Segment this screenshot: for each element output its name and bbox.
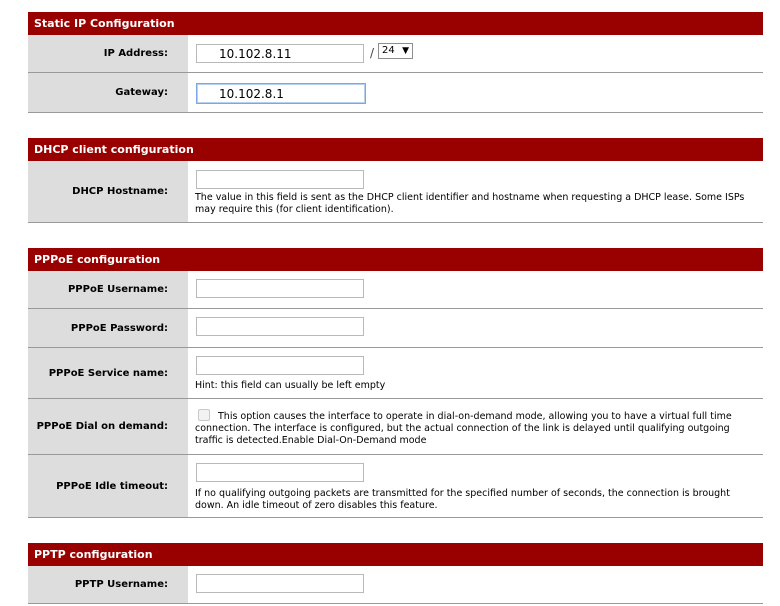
ip-address-input[interactable] xyxy=(196,44,364,63)
subnet-slash: / xyxy=(370,46,375,60)
dhcp-hostname-row: DHCP Hostname: The value in this field i… xyxy=(28,161,763,223)
static-ip-header: Static IP Configuration xyxy=(28,12,763,35)
dhcp-hostname-description: The value in this field is sent as the D… xyxy=(195,192,745,215)
pppoe-idle-description: If no qualifying outgoing packets are tr… xyxy=(195,488,730,511)
pppoe-idle-label: PPPoE Idle timeout: xyxy=(28,455,188,517)
dhcp-hostname-cell: The value in this field is sent as the D… xyxy=(188,161,763,222)
pppoe-password-label: PPPoE Password: xyxy=(28,309,188,347)
pppoe-dial-cell: This option causes the interface to oper… xyxy=(188,399,763,454)
pptp-header: PPTP configuration xyxy=(28,543,763,566)
pppoe-password-row: PPPoE Password: xyxy=(28,309,763,348)
pptp-username-row: PPTP Username: xyxy=(28,566,763,604)
gateway-input[interactable] xyxy=(196,83,366,104)
pppoe-dial-row: PPPoE Dial on demand: This option causes… xyxy=(28,399,763,455)
dhcp-hostname-label: DHCP Hostname: xyxy=(28,161,188,222)
pppoe-service-input[interactable] xyxy=(196,356,364,375)
pppoe-service-hint: Hint: this field can usually be left emp… xyxy=(195,380,386,391)
ip-address-row: IP Address: / 24 ▼ xyxy=(28,35,763,73)
dhcp-header: DHCP client configuration xyxy=(28,138,763,161)
pppoe-service-row: PPPoE Service name: Hint: this field can… xyxy=(28,348,763,399)
pppoe-dial-label: PPPoE Dial on demand: xyxy=(28,399,188,454)
ip-address-label: IP Address: xyxy=(28,35,188,72)
pppoe-username-row: PPPoE Username: xyxy=(28,271,763,309)
pptp-username-label: PPTP Username: xyxy=(28,566,188,603)
subnet-select[interactable]: 24 ▼ xyxy=(378,43,413,59)
pppoe-username-cell xyxy=(188,271,763,308)
dhcp-hostname-input[interactable] xyxy=(196,170,364,189)
ip-address-cell: / 24 ▼ xyxy=(188,35,763,72)
pppoe-idle-input[interactable] xyxy=(196,463,364,482)
pppoe-password-cell xyxy=(188,309,763,347)
pptp-username-cell xyxy=(188,566,763,603)
pppoe-username-input[interactable] xyxy=(196,279,364,298)
subnet-value: 24 xyxy=(382,45,395,56)
pppoe-username-label: PPPoE Username: xyxy=(28,271,188,308)
gateway-label: Gateway: xyxy=(28,73,188,112)
gateway-row: Gateway: xyxy=(28,73,763,113)
dial-on-demand-description: This option causes the interface to oper… xyxy=(195,411,732,446)
pppoe-password-input[interactable] xyxy=(196,317,364,336)
pppoe-service-label: PPPoE Service name: xyxy=(28,348,188,398)
pppoe-service-cell: Hint: this field can usually be left emp… xyxy=(188,348,763,398)
chevron-down-icon: ▼ xyxy=(402,46,409,56)
pppoe-header: PPPoE configuration xyxy=(28,248,763,271)
gateway-cell xyxy=(188,73,763,112)
pptp-username-input[interactable] xyxy=(196,574,364,593)
pppoe-idle-row: PPPoE Idle timeout: If no qualifying out… xyxy=(28,455,763,518)
pppoe-idle-cell: If no qualifying outgoing packets are tr… xyxy=(188,455,763,517)
